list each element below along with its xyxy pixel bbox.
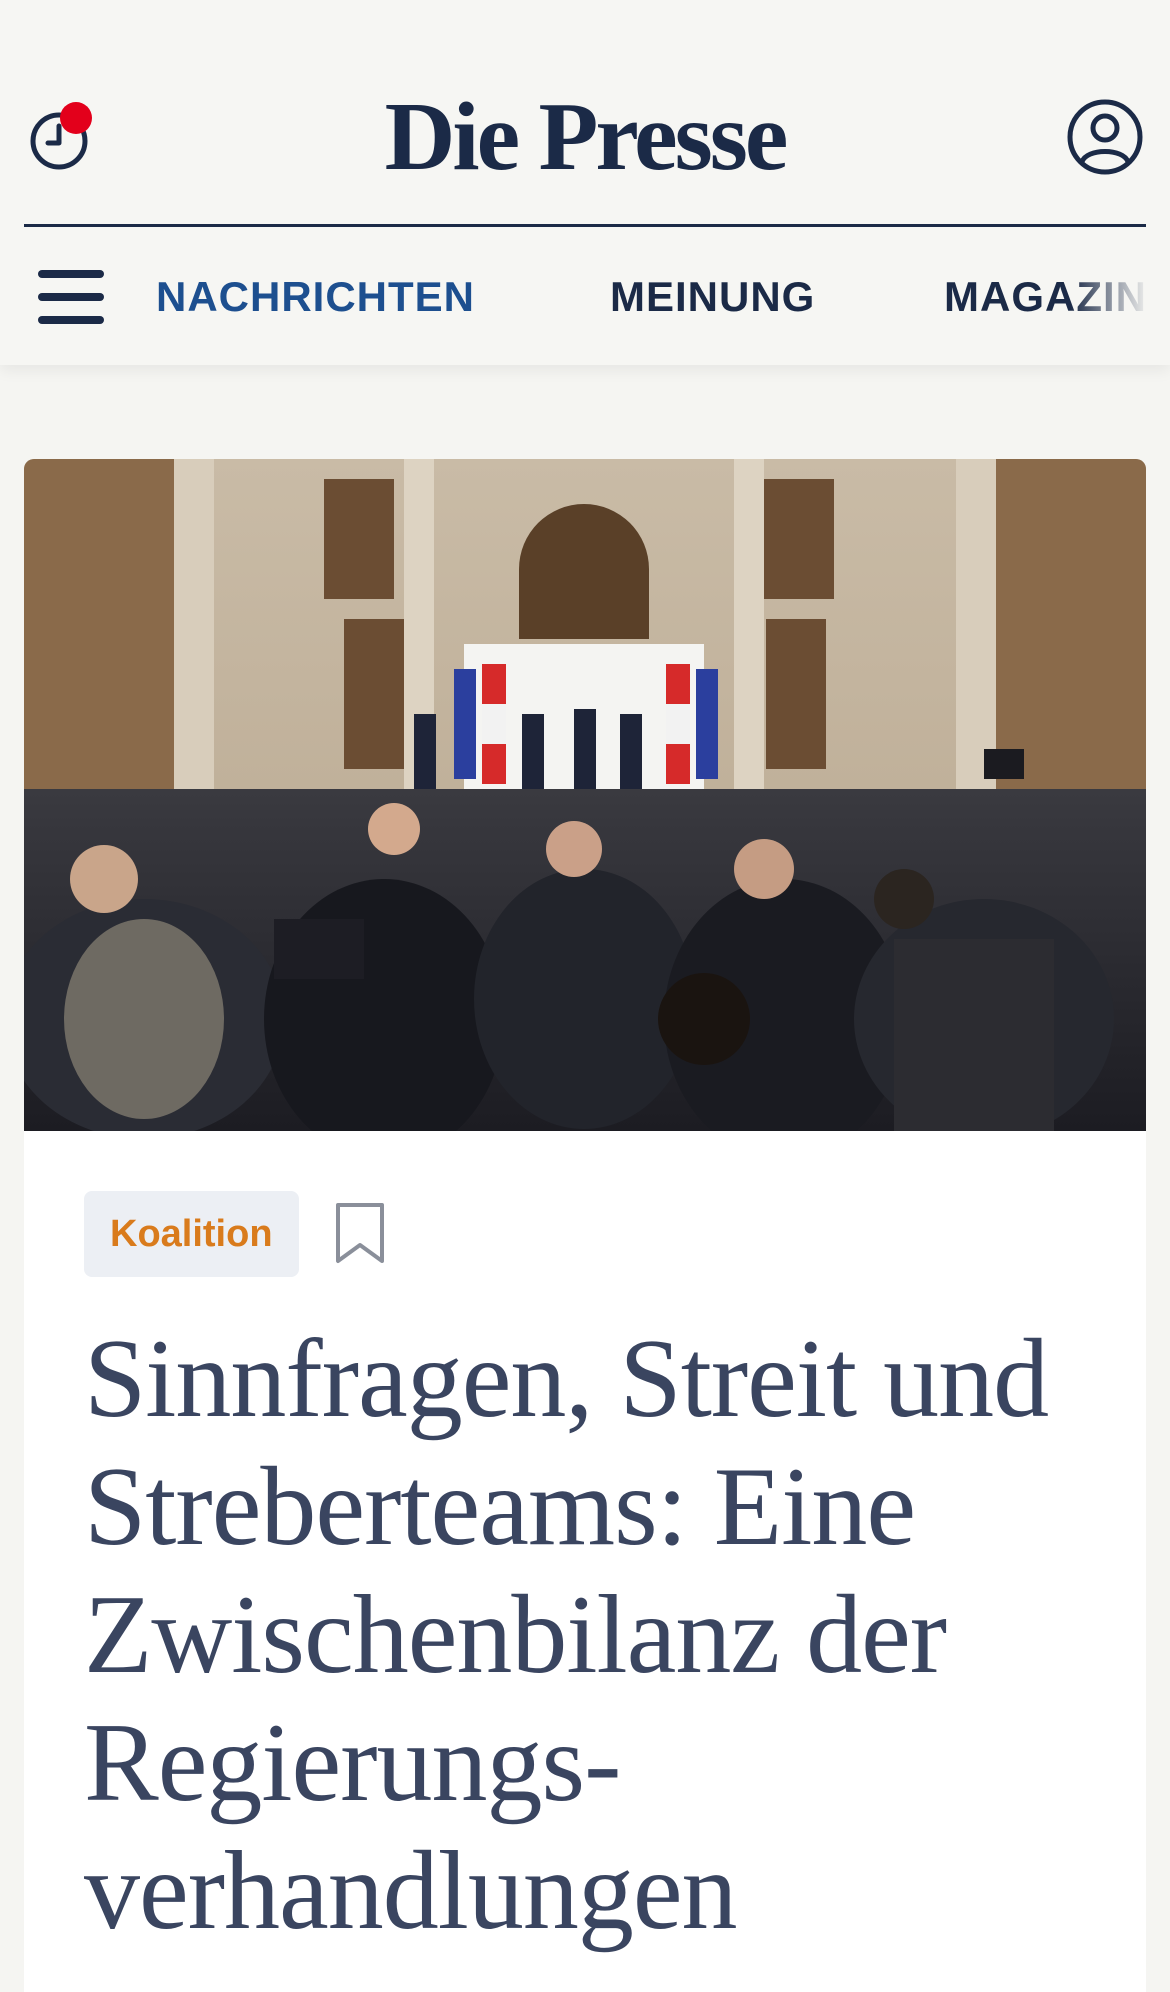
- category-tag[interactable]: Koalition: [84, 1191, 299, 1277]
- user-circle-icon: [1067, 99, 1143, 175]
- site-header: Die Presse NACHRICHTEN MEINUNG MAGAZIN: [0, 0, 1170, 365]
- bookmark-icon: [336, 1203, 384, 1263]
- tab-nachrichten[interactable]: NACHRICHTEN: [156, 270, 475, 324]
- article-hero-image[interactable]: [24, 459, 1146, 1131]
- hamburger-menu-icon[interactable]: [38, 270, 106, 324]
- account-button[interactable]: [1066, 98, 1144, 176]
- tab-meinung[interactable]: MEINUNG: [610, 270, 815, 324]
- article-card[interactable]: Koalition Sinnfragen, Streit und Streber…: [24, 459, 1146, 1992]
- nav-fade: [1070, 262, 1170, 332]
- bookmark-button[interactable]: [334, 1201, 386, 1267]
- article-headline[interactable]: Sinnfragen, Streit und Streberteams: Ein…: [84, 1315, 1104, 1955]
- site-logo[interactable]: Die Presse: [0, 82, 1170, 192]
- header-divider: [24, 224, 1146, 227]
